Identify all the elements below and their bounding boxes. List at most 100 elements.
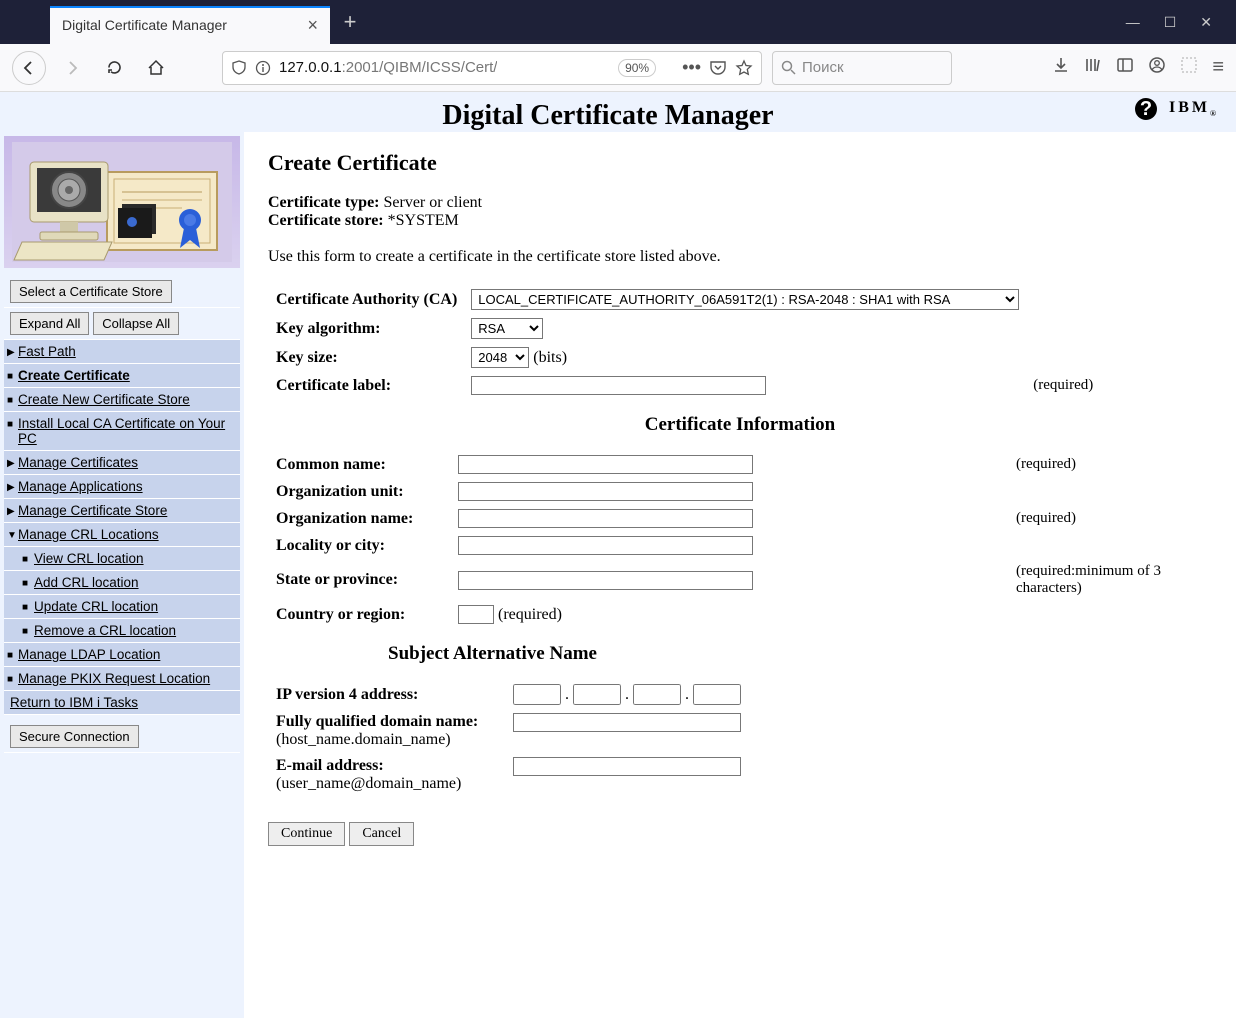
ibm-logo: IBM® <box>1169 99 1216 118</box>
ip-oct1[interactable] <box>513 684 561 705</box>
ip-oct4[interactable] <box>693 684 741 705</box>
cert-store-row: Certificate store: *SYSTEM <box>268 212 1212 230</box>
cancel-button[interactable]: Cancel <box>349 822 414 846</box>
keysize-select[interactable]: 2048 <box>471 347 529 368</box>
keyalg-select[interactable]: RSA <box>471 318 543 339</box>
tab-title: Digital Certificate Manager <box>62 17 227 33</box>
nav-link[interactable]: Return to IBM i Tasks <box>10 695 138 710</box>
nav-subitem[interactable]: ■Update CRL location <box>4 595 240 619</box>
page-header: Digital Certificate Manager ? IBM® <box>0 92 1236 132</box>
nav-item[interactable]: ▶Fast Path <box>4 340 240 364</box>
nav-item[interactable]: ■Install Local CA Certificate on Your PC <box>4 412 240 451</box>
zoom-level[interactable]: 90% <box>618 59 656 77</box>
nav-item[interactable]: Return to IBM i Tasks <box>4 691 240 715</box>
nav-link[interactable]: Manage CRL Locations <box>18 527 159 542</box>
sidebar-icon[interactable] <box>1116 56 1134 79</box>
nav-subitem[interactable]: ■Remove a CRL location <box>4 619 240 643</box>
close-tab-icon[interactable]: × <box>307 15 318 36</box>
url-text: 127.0.0.1:2001/QIBM/ICSS/Cert/ <box>279 59 497 76</box>
bullet-icon: ■ <box>22 554 28 565</box>
ca-select[interactable]: LOCAL_CERTIFICATE_AUTHORITY_06A591T2(1) … <box>471 289 1019 310</box>
search-box[interactable]: Поиск <box>772 51 952 85</box>
library-icon[interactable] <box>1084 56 1102 79</box>
tab-strip: Digital Certificate Manager × + — ☐ ✕ <box>0 0 1236 44</box>
cn-input[interactable] <box>458 455 753 474</box>
home-button[interactable] <box>140 52 172 84</box>
nav-link[interactable]: Install Local CA Certificate on Your PC <box>18 416 225 446</box>
email-label: E-mail address: <box>276 757 384 774</box>
certlabel-required: (required) <box>1027 373 1210 398</box>
state-input[interactable] <box>458 571 753 590</box>
page-title: Create Certificate <box>268 150 1212 176</box>
nav-link[interactable]: Manage LDAP Location <box>18 647 160 662</box>
expand-icon: ▶ <box>7 347 15 358</box>
app-title: Digital Certificate Manager <box>442 100 773 131</box>
secure-connection-button[interactable]: Secure Connection <box>10 725 139 748</box>
on-input[interactable] <box>458 509 753 528</box>
cert-label-input[interactable] <box>471 376 766 395</box>
search-placeholder: Поиск <box>802 59 844 76</box>
minimize-icon[interactable]: — <box>1126 14 1140 31</box>
nav-link[interactable]: View CRL location <box>34 551 144 566</box>
nav-link[interactable]: Create Certificate <box>18 368 130 383</box>
bookmark-star-icon[interactable] <box>735 59 753 77</box>
account-icon[interactable] <box>1148 56 1166 79</box>
nav-item[interactable]: ▶Manage Applications <box>4 475 240 499</box>
nav-item[interactable]: ■Create New Certificate Store <box>4 388 240 412</box>
expand-icon: ▶ <box>7 458 15 469</box>
browser-toolbar: 127.0.0.1:2001/QIBM/ICSS/Cert/ 90% ••• П… <box>0 44 1236 92</box>
nav-subitem[interactable]: ■Add CRL location <box>4 571 240 595</box>
pocket-icon[interactable] <box>709 59 727 77</box>
email-input[interactable] <box>513 757 741 776</box>
email-hint: (user_name@domain_name) <box>276 775 461 792</box>
cn-label: Common name: <box>270 452 450 477</box>
on-label: Organization name: <box>270 506 450 531</box>
loc-input[interactable] <box>458 536 753 555</box>
ip-oct2[interactable] <box>573 684 621 705</box>
nav-link[interactable]: Manage Certificates <box>18 455 138 470</box>
nav-item[interactable]: ■Create Certificate <box>4 364 240 388</box>
nav-item[interactable]: ▶Manage Certificates <box>4 451 240 475</box>
nav-link[interactable]: Remove a CRL location <box>34 623 176 638</box>
instructions: Use this form to create a certificate in… <box>268 248 1212 266</box>
nav-subitem[interactable]: ■ View CRL location <box>4 547 240 571</box>
nav-link[interactable]: Create New Certificate Store <box>18 392 190 407</box>
close-window-icon[interactable]: ✕ <box>1200 14 1212 31</box>
continue-button[interactable]: Continue <box>268 822 345 846</box>
menu-icon[interactable]: ≡ <box>1212 56 1224 79</box>
nav-item[interactable]: ■Manage PKIX Request Location <box>4 667 240 691</box>
reload-button[interactable] <box>98 52 130 84</box>
expand-all-button[interactable]: Expand All <box>10 312 89 335</box>
san-heading: Subject Alternative Name <box>388 643 1212 665</box>
collapse-all-button[interactable]: Collapse All <box>93 312 179 335</box>
nav-item[interactable]: ■ Manage LDAP Location <box>4 643 240 667</box>
nav-link[interactable]: Manage PKIX Request Location <box>18 671 210 686</box>
downloads-icon[interactable] <box>1052 56 1070 79</box>
ellipsis-icon[interactable]: ••• <box>682 57 701 78</box>
browser-tab[interactable]: Digital Certificate Manager × <box>50 6 330 44</box>
back-button[interactable] <box>12 51 46 85</box>
nav-link[interactable]: Fast Path <box>18 344 76 359</box>
ip-oct3[interactable] <box>633 684 681 705</box>
bullet-icon: ■ <box>7 650 13 661</box>
fqdn-input[interactable] <box>513 713 741 732</box>
nav-item[interactable]: ▶Manage Certificate Store <box>4 499 240 523</box>
nav-item[interactable]: ▼Manage CRL Locations <box>4 523 240 547</box>
address-bar[interactable]: 127.0.0.1:2001/QIBM/ICSS/Cert/ 90% ••• <box>222 51 762 85</box>
state-label: State or province: <box>270 560 450 600</box>
maximize-icon[interactable]: ☐ <box>1164 14 1177 31</box>
expand-icon: ▼ <box>7 530 17 541</box>
nav-link[interactable]: Manage Applications <box>18 479 143 494</box>
nav-link[interactable]: Manage Certificate Store <box>18 503 167 518</box>
new-tab-button[interactable]: + <box>330 9 370 35</box>
country-label: Country or region: <box>270 602 450 627</box>
screenshot-icon[interactable] <box>1180 56 1198 79</box>
nav-link[interactable]: Add CRL location <box>34 575 139 590</box>
help-icon[interactable]: ? <box>1135 98 1157 120</box>
window-controls: — ☐ ✕ <box>1126 14 1236 31</box>
ou-input[interactable] <box>458 482 753 501</box>
expand-icon: ▶ <box>7 506 15 517</box>
select-store-button[interactable]: Select a Certificate Store <box>10 280 172 303</box>
nav-link[interactable]: Update CRL location <box>34 599 158 614</box>
country-input[interactable] <box>458 605 494 624</box>
